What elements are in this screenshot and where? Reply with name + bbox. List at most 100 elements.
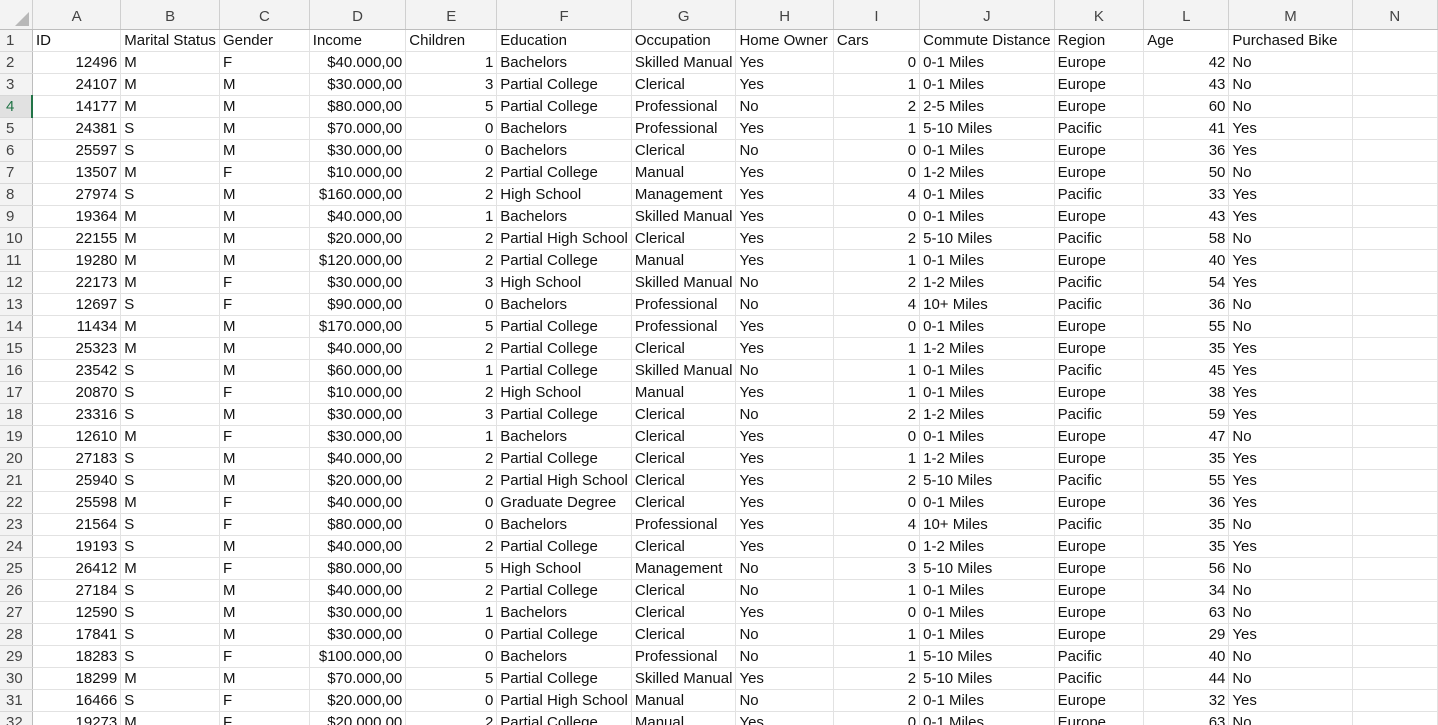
cell[interactable]: Bachelors [496, 601, 632, 624]
row-header[interactable]: 10 [0, 227, 33, 250]
column-header-f[interactable]: F [496, 0, 632, 30]
row-header[interactable]: 12 [0, 271, 33, 294]
cell[interactable]: 1-2 Miles [919, 337, 1055, 360]
cell[interactable]: 42 [1143, 51, 1230, 74]
empty-cell[interactable] [1352, 469, 1438, 492]
cell[interactable]: No [735, 359, 834, 382]
cell[interactable]: 0 [405, 689, 498, 712]
cell[interactable]: Professional [631, 645, 737, 668]
empty-cell[interactable] [1352, 381, 1438, 404]
row-header[interactable]: 16 [0, 359, 33, 382]
cell[interactable]: M [219, 73, 310, 96]
cell[interactable]: No [735, 403, 834, 426]
cell[interactable]: M [219, 359, 310, 382]
cell[interactable]: Manual [631, 689, 737, 712]
cell[interactable]: 18283 [32, 645, 122, 668]
cell[interactable]: M [219, 139, 310, 162]
cell[interactable]: 0-1 Miles [919, 381, 1055, 404]
cell[interactable]: No [1228, 557, 1353, 580]
cell[interactable]: Clerical [631, 227, 737, 250]
cell[interactable]: 3 [405, 271, 498, 294]
cell[interactable]: Yes [1228, 623, 1353, 646]
cell[interactable]: 0 [833, 491, 921, 514]
empty-cell[interactable] [1352, 359, 1438, 382]
cell[interactable]: Yes [1228, 337, 1353, 360]
cell[interactable]: High School [496, 557, 632, 580]
column-header-j[interactable]: J [919, 0, 1055, 30]
cell[interactable]: M [120, 205, 220, 228]
empty-cell[interactable] [1352, 95, 1438, 118]
row-header[interactable]: 8 [0, 183, 33, 206]
cell[interactable]: 1 [833, 447, 921, 470]
cell[interactable]: 25940 [32, 469, 122, 492]
cell[interactable]: 14177 [32, 95, 122, 118]
cell[interactable]: Bachelors [496, 425, 632, 448]
cell[interactable]: 2 [833, 667, 921, 690]
cell[interactable]: S [120, 535, 220, 558]
cell[interactable]: No [1228, 73, 1353, 96]
cell[interactable]: Yes [735, 183, 834, 206]
cell[interactable]: Bachelors [496, 293, 632, 316]
cell[interactable]: Europe [1054, 315, 1145, 338]
empty-cell[interactable] [1352, 447, 1438, 470]
empty-cell[interactable] [1352, 161, 1438, 184]
cell[interactable]: 5-10 Miles [919, 645, 1055, 668]
cell[interactable]: 27974 [32, 183, 122, 206]
cell[interactable]: Yes [735, 73, 834, 96]
cell[interactable]: M [120, 711, 220, 725]
cell[interactable]: No [1228, 425, 1353, 448]
cell[interactable]: S [120, 601, 220, 624]
cell[interactable]: 58 [1143, 227, 1230, 250]
cell[interactable]: Europe [1054, 447, 1145, 470]
cell[interactable]: Yes [735, 337, 834, 360]
header-cell[interactable]: Region [1054, 29, 1145, 52]
cell[interactable]: Professional [631, 315, 737, 338]
cell[interactable]: Clerical [631, 73, 737, 96]
cell[interactable]: $30.000,00 [309, 623, 407, 646]
cell[interactable]: Pacific [1054, 513, 1145, 536]
cell[interactable]: 1 [405, 359, 498, 382]
cell[interactable]: Skilled Manual [631, 271, 737, 294]
cell[interactable]: No [1228, 645, 1353, 668]
row-header[interactable]: 11 [0, 249, 33, 272]
cell[interactable]: High School [496, 183, 632, 206]
row-header[interactable]: 15 [0, 337, 33, 360]
cell[interactable]: $90.000,00 [309, 293, 407, 316]
cell[interactable]: Bachelors [496, 139, 632, 162]
empty-cell[interactable] [1352, 403, 1438, 426]
cell[interactable]: 24381 [32, 117, 122, 140]
header-cell[interactable]: Age [1143, 29, 1230, 52]
cell[interactable]: 22155 [32, 227, 122, 250]
cell[interactable]: 2 [833, 227, 921, 250]
cell[interactable]: S [120, 623, 220, 646]
row-header[interactable]: 13 [0, 293, 33, 316]
cell[interactable]: $30.000,00 [309, 73, 407, 96]
cell[interactable]: Europe [1054, 425, 1145, 448]
cell[interactable]: 23542 [32, 359, 122, 382]
cell[interactable]: Clerical [631, 623, 737, 646]
cell[interactable]: Management [631, 557, 737, 580]
cell[interactable]: 0-1 Miles [919, 205, 1055, 228]
row-header[interactable]: 28 [0, 623, 33, 646]
cell[interactable]: 35 [1143, 513, 1230, 536]
row-header[interactable]: 18 [0, 403, 33, 426]
cell[interactable]: 1 [405, 601, 498, 624]
cell[interactable]: M [120, 315, 220, 338]
cell[interactable]: Yes [735, 601, 834, 624]
cell[interactable]: $40.000,00 [309, 51, 407, 74]
cell[interactable]: 55 [1143, 315, 1230, 338]
cell[interactable]: 5 [405, 95, 498, 118]
cell[interactable]: $40.000,00 [309, 535, 407, 558]
cell[interactable]: Clerical [631, 337, 737, 360]
cell[interactable]: 55 [1143, 469, 1230, 492]
cell[interactable]: 5 [405, 315, 498, 338]
cell[interactable]: No [735, 623, 834, 646]
cell[interactable]: 0 [405, 491, 498, 514]
cell[interactable]: 32 [1143, 689, 1230, 712]
cell[interactable]: 26412 [32, 557, 122, 580]
cell[interactable]: 1 [833, 73, 921, 96]
cell[interactable]: 25598 [32, 491, 122, 514]
cell[interactable]: Yes [735, 491, 834, 514]
cell[interactable]: 2 [405, 161, 498, 184]
header-cell[interactable]: ID [32, 29, 122, 52]
